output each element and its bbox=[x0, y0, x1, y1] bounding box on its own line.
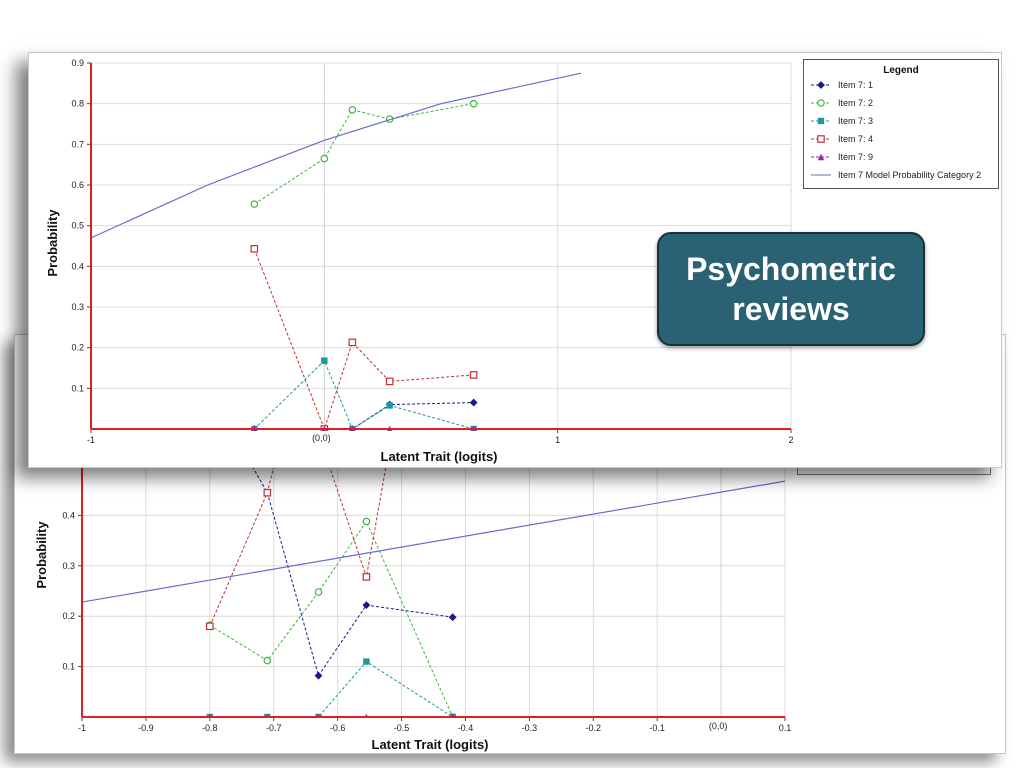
front-data-point bbox=[348, 338, 357, 347]
legend-title: Legend bbox=[883, 65, 919, 76]
back-data-point bbox=[362, 601, 371, 610]
legend-swatch bbox=[811, 135, 831, 143]
back-x-tick-label: -0.5 bbox=[394, 723, 410, 733]
front-data-point bbox=[320, 154, 329, 163]
front-y-tick-label: 0.9 bbox=[71, 58, 84, 68]
back-x-tick-label: -0.9 bbox=[138, 723, 154, 733]
legend-swatch-marker bbox=[817, 135, 825, 143]
front-x-tick-label: 1 bbox=[555, 435, 560, 445]
front-series-line-4 bbox=[253, 248, 474, 431]
back-data-point bbox=[314, 588, 323, 596]
front-y-tick-label: 0.5 bbox=[71, 221, 84, 231]
legend-item-label: Item 7: 1 bbox=[838, 80, 874, 90]
front-series-line-1 bbox=[254, 402, 474, 430]
legend-item: Item 7 Model Probability Category 2 bbox=[804, 166, 998, 184]
front-series-line-6 bbox=[90, 72, 582, 239]
callout-text: Psychometric reviews bbox=[686, 251, 896, 327]
legend-swatch bbox=[811, 99, 831, 107]
front-data-point bbox=[348, 105, 357, 114]
back-data-point bbox=[362, 573, 371, 581]
legend-item-label: Item 7 Model Probability Category 2 bbox=[838, 170, 982, 180]
front-data-point bbox=[386, 402, 393, 409]
front-x-tick-label: -1 bbox=[87, 435, 95, 445]
legend-swatch bbox=[811, 174, 831, 176]
back-x-tick-label: -0.1 bbox=[649, 723, 665, 733]
back-data-point bbox=[263, 656, 272, 665]
front-data-point bbox=[469, 371, 478, 379]
front-series-group bbox=[90, 72, 582, 431]
back-y-tick-label: 0.2 bbox=[62, 611, 75, 621]
front-data-point bbox=[385, 377, 394, 386]
front-y-tick-label: 0.7 bbox=[71, 139, 84, 149]
back-origin-label: (0,0) bbox=[709, 721, 728, 731]
back-y-tick-label: 0.3 bbox=[62, 561, 75, 571]
back-x-tick-label: 0.1 bbox=[779, 723, 792, 733]
back-data-point bbox=[363, 658, 370, 665]
back-series-line-6 bbox=[81, 480, 786, 603]
back-x-tick-label: -0.4 bbox=[458, 723, 474, 733]
back-y-axis-title: Probability bbox=[34, 521, 49, 589]
legend-item: Item 7: 9 bbox=[804, 148, 998, 166]
back-data-point bbox=[206, 622, 214, 631]
back-data-point bbox=[448, 613, 457, 622]
back-data-point bbox=[314, 671, 323, 680]
front-x-axis-title: Latent Trait (logits) bbox=[381, 449, 498, 464]
legend-item-label: Item 7: 9 bbox=[838, 152, 874, 162]
back-x-tick-label: -0.7 bbox=[266, 723, 282, 733]
legend-items: Item 7: 1 Item 7: 2 Item 7: 3 Item 7: 4 Item… bbox=[804, 76, 998, 184]
back-data-point bbox=[362, 517, 371, 526]
front-y-tick-label: 0.4 bbox=[71, 261, 84, 271]
front-data-point bbox=[250, 200, 259, 208]
back-y-tick-label: 0.1 bbox=[62, 662, 75, 672]
front-y-tick-label: 0.8 bbox=[71, 99, 84, 109]
back-data-point bbox=[263, 488, 272, 497]
back-x-tick-label: -0.2 bbox=[586, 723, 602, 733]
legend-swatch bbox=[811, 153, 831, 161]
front-origin-label: (0,0) bbox=[312, 433, 331, 443]
legend-swatch bbox=[811, 117, 831, 125]
back-axes: 0.10.20.30.40.5-1-0.9-0.8-0.7-0.6-0.5-0.… bbox=[62, 460, 791, 733]
back-x-tick-label: -0.8 bbox=[202, 723, 218, 733]
legend-item-label: Item 7: 3 bbox=[838, 116, 874, 126]
back-x-tick-label: -0.3 bbox=[522, 723, 538, 733]
front-data-point bbox=[321, 357, 328, 364]
legend-item-label: Item 7: 4 bbox=[838, 134, 874, 144]
legend-swatch-marker bbox=[817, 117, 825, 125]
front-series-line-3 bbox=[253, 359, 474, 430]
front-data-point bbox=[250, 245, 259, 253]
front-y-tick-label: 0.6 bbox=[71, 180, 84, 190]
front-y-tick-label: 0.3 bbox=[71, 302, 84, 312]
legend-item: Item 7: 1 bbox=[804, 76, 998, 94]
front-y-axis-title: Probability bbox=[45, 209, 60, 277]
front-data-point bbox=[469, 99, 478, 108]
back-x-tick-label: -1 bbox=[78, 723, 86, 733]
psychometric-reviews-callout: Psychometric reviews bbox=[657, 232, 925, 346]
back-series-line-3 bbox=[209, 660, 453, 717]
back-grid bbox=[81, 464, 786, 717]
back-y-tick-label: 0.4 bbox=[62, 510, 75, 520]
front-y-tick-label: 0.1 bbox=[71, 383, 84, 393]
legend-swatch bbox=[811, 81, 831, 89]
back-series-line-2 bbox=[209, 520, 454, 717]
legend-item: Item 7: 2 bbox=[804, 94, 998, 112]
legend-swatch-marker bbox=[817, 81, 825, 89]
front-y-tick-label: 0.2 bbox=[71, 343, 84, 353]
legend-swatch-marker bbox=[817, 99, 825, 107]
back-x-tick-label: -0.6 bbox=[330, 723, 346, 733]
legend-item-label: Item 7: 2 bbox=[838, 98, 874, 108]
legend: Legend Item 7: 1 Item 7: 2 Item 7: 3 Item 7… bbox=[803, 59, 999, 189]
front-x-tick-label: 2 bbox=[788, 435, 793, 445]
legend-item: Item 7: 3 bbox=[804, 112, 998, 130]
front-data-point bbox=[469, 398, 478, 407]
legend-item: Item 7: 4 bbox=[804, 130, 998, 148]
back-x-axis-title: Latent Trait (logits) bbox=[372, 737, 489, 752]
